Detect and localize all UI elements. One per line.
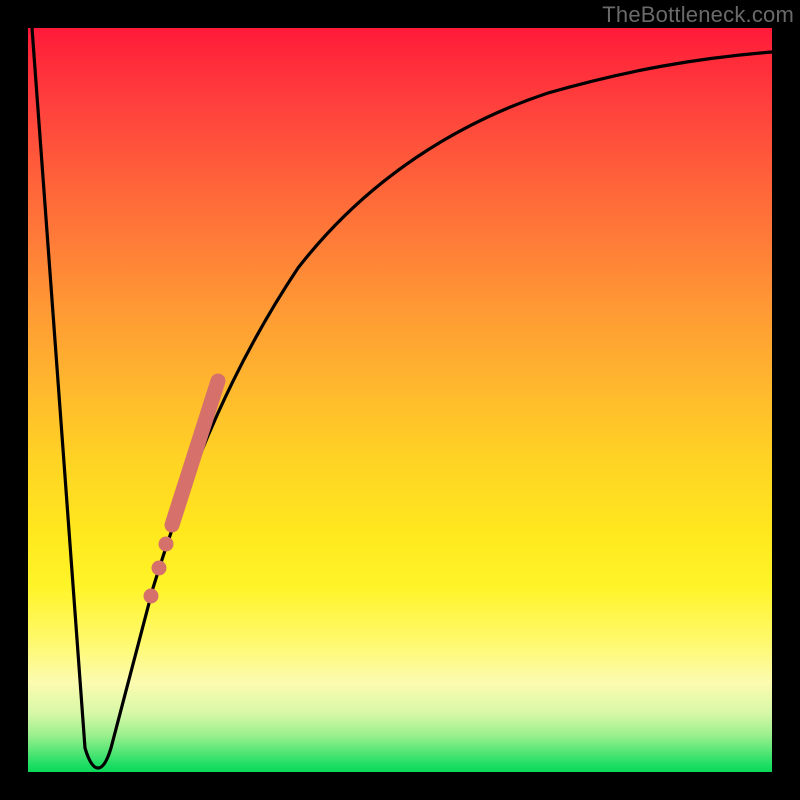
highlight-dot: [152, 561, 167, 576]
highlight-segment: [172, 381, 218, 525]
plot-area: [28, 28, 772, 772]
chart-frame: TheBottleneck.com: [0, 0, 800, 800]
highlight-dot: [144, 589, 159, 604]
curve-layer: [28, 28, 772, 772]
highlight-dot: [159, 537, 174, 552]
bottleneck-curve: [32, 28, 772, 768]
watermark-text: TheBottleneck.com: [602, 2, 794, 28]
